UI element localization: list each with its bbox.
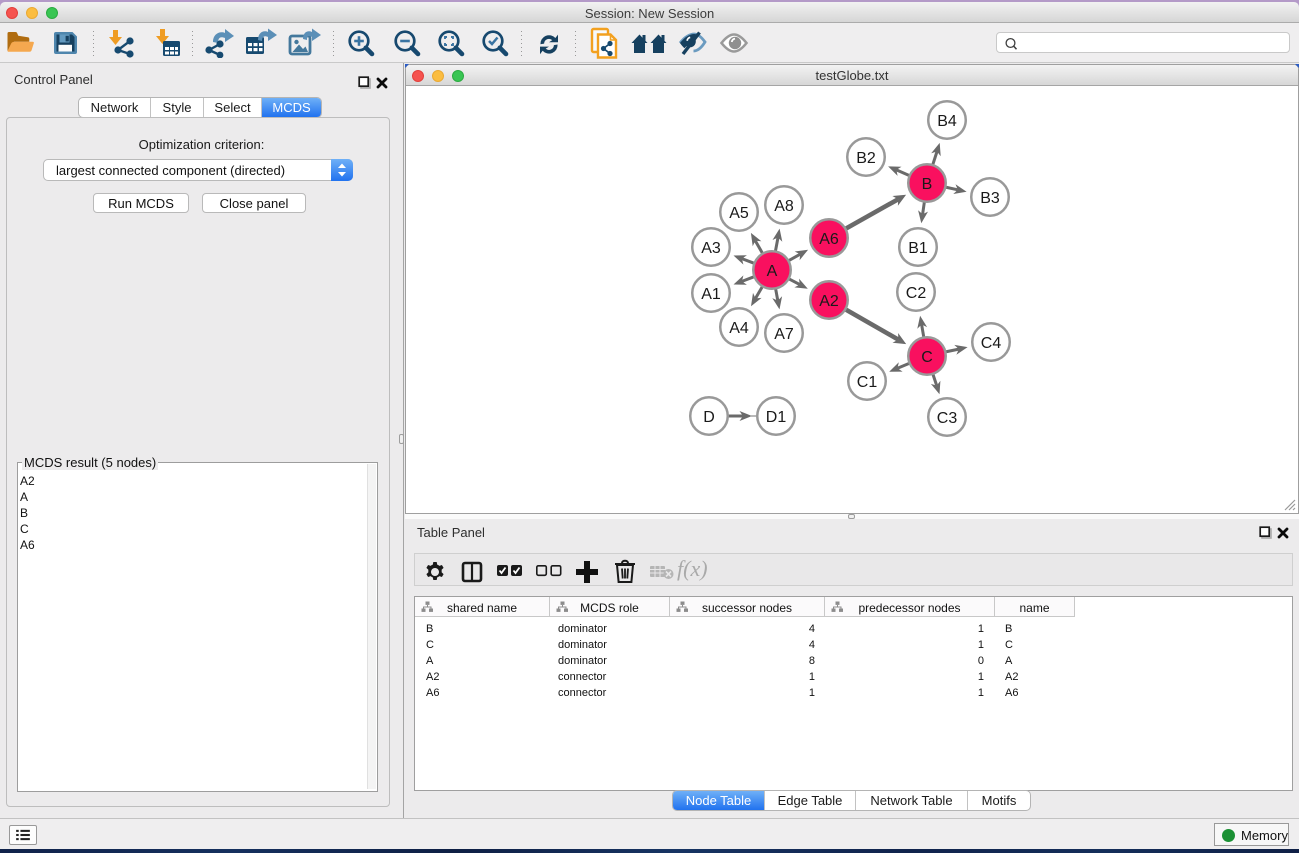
svg-text:B1: B1 <box>908 240 928 257</box>
svg-text:D: D <box>703 409 715 426</box>
svg-text:C1: C1 <box>857 374 878 391</box>
svg-text:A: A <box>767 263 778 280</box>
svg-text:A7: A7 <box>774 326 794 343</box>
svg-text:C: C <box>921 349 933 366</box>
svg-text:A3: A3 <box>701 240 721 257</box>
svg-text:B4: B4 <box>937 113 957 130</box>
svg-text:B3: B3 <box>980 190 1000 207</box>
svg-text:B: B <box>922 176 933 193</box>
svg-text:A4: A4 <box>729 320 749 337</box>
svg-text:C4: C4 <box>981 335 1002 352</box>
svg-text:A1: A1 <box>701 286 721 303</box>
svg-text:B2: B2 <box>856 150 876 167</box>
svg-text:A8: A8 <box>774 198 794 215</box>
svg-text:A2: A2 <box>819 293 839 310</box>
svg-text:A5: A5 <box>729 205 749 222</box>
svg-text:C2: C2 <box>906 285 927 302</box>
svg-text:D1: D1 <box>766 409 787 426</box>
svg-text:C3: C3 <box>937 410 958 427</box>
svg-text:A6: A6 <box>819 231 839 248</box>
